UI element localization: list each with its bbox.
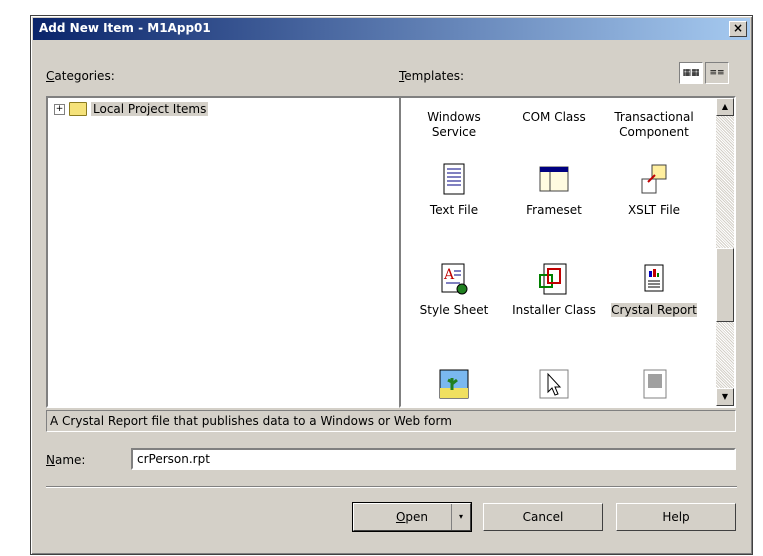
template-com-class[interactable]: COM Class — [504, 110, 604, 125]
svg-text:A: A — [443, 267, 455, 283]
style-sheet-icon: A — [438, 263, 470, 295]
frameset-icon — [538, 163, 570, 195]
template-transactional-component[interactable]: Transactional Component — [604, 110, 704, 140]
template-frameset[interactable]: Frameset — [504, 163, 604, 218]
scroll-down-icon: ▼ — [721, 392, 729, 401]
template-label-selected: Crystal Report — [611, 303, 697, 317]
xslt-file-icon — [638, 163, 670, 195]
template-label: Frameset — [526, 203, 582, 217]
tree-item-label: Local Project Items — [91, 102, 209, 116]
template-crystal-report[interactable]: Crystal Report — [604, 263, 704, 318]
name-input[interactable]: crPerson.rpt — [131, 448, 736, 470]
template-label: Transactional Component — [614, 110, 694, 139]
templates-label: Templates: — [399, 69, 465, 83]
window-title: Add New Item - M1App01 — [39, 21, 211, 35]
title-bar: Add New Item - M1App01 × — [33, 18, 750, 40]
separator — [46, 486, 737, 488]
template-installer-class[interactable]: Installer Class — [504, 263, 604, 318]
template-cursor-file[interactable] — [504, 368, 604, 406]
add-new-item-dialog: Add New Item - M1App01 × Categories: Tem… — [30, 15, 753, 555]
large-icons-view-button[interactable]: ▦▦ — [679, 62, 703, 84]
large-icons-view-icon: ▦▦ — [682, 68, 700, 78]
template-label: Installer Class — [512, 303, 596, 317]
template-windows-service[interactable]: Windows Service — [404, 110, 504, 140]
template-bitmap[interactable] — [404, 368, 504, 406]
template-icon-file[interactable] — [604, 368, 704, 406]
template-label: Windows Service — [427, 110, 481, 139]
template-label: XSLT File — [627, 203, 681, 217]
categories-label: Categories: — [46, 69, 115, 83]
scroll-thumb[interactable] — [716, 248, 734, 322]
scroll-up-button[interactable]: ▲ — [716, 98, 734, 116]
scroll-up-icon: ▲ — [721, 102, 729, 111]
templates-list[interactable]: Windows Service COM Class Transactional … — [399, 96, 736, 408]
expand-icon[interactable]: + — [54, 103, 65, 115]
template-style-sheet[interactable]: A Style Sheet — [404, 263, 504, 318]
tree-item-local-project-items[interactable]: + Local Project Items — [54, 102, 209, 116]
open-button[interactable]: Open ▾ — [352, 502, 472, 532]
icon-file-icon — [638, 368, 670, 400]
list-view-button[interactable]: ≡≡ — [705, 62, 729, 84]
template-label: Text File — [429, 203, 479, 217]
close-button[interactable]: × — [729, 21, 747, 37]
name-label: Name: — [46, 453, 86, 467]
list-view-icon: ≡≡ — [709, 68, 725, 78]
close-icon: × — [732, 21, 744, 35]
help-button[interactable]: Help — [616, 503, 736, 531]
template-label: Style Sheet — [419, 303, 489, 317]
categories-tree[interactable]: + Local Project Items — [46, 96, 401, 408]
template-description: A Crystal Report file that publishes dat… — [46, 410, 736, 432]
cancel-button[interactable]: Cancel — [483, 503, 603, 531]
bitmap-icon — [438, 368, 470, 400]
cursor-icon — [538, 368, 570, 400]
scroll-down-button[interactable]: ▼ — [716, 388, 734, 406]
templates-scrollbar[interactable]: ▲ ▼ — [716, 98, 734, 406]
folder-icon — [69, 102, 87, 116]
template-label: COM Class — [522, 110, 586, 124]
installer-class-icon — [538, 263, 570, 295]
text-file-icon — [438, 163, 470, 195]
crystal-report-icon — [638, 263, 670, 295]
open-dropdown-arrow-icon[interactable]: ▾ — [451, 504, 470, 530]
template-xslt-file[interactable]: XSLT File — [604, 163, 704, 218]
template-text-file[interactable]: Text File — [404, 163, 504, 218]
